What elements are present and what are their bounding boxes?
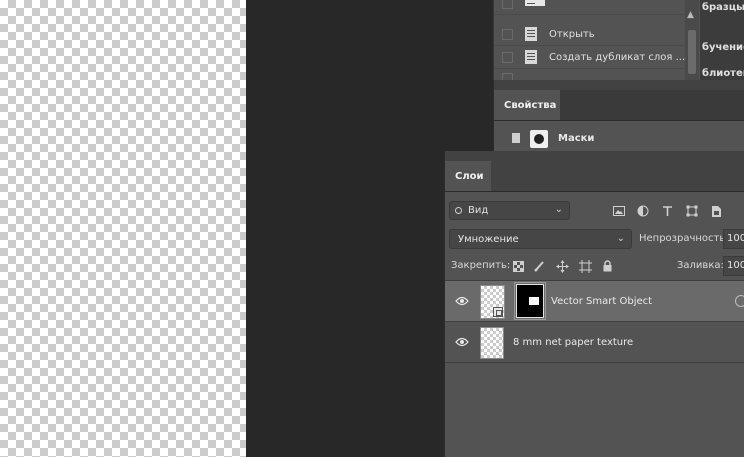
history-item-duplicate-layer[interactable]: Создать дубликат слоя ... bbox=[494, 46, 686, 69]
lock-transparent-pixels-icon[interactable] bbox=[511, 259, 525, 273]
scrollbar-thumb[interactable] bbox=[688, 30, 696, 74]
masks-label: Маски bbox=[558, 133, 595, 144]
layer-filter-row: Вид ⌄ bbox=[445, 199, 744, 223]
history-item[interactable] bbox=[494, 0, 686, 15]
panel-tab-learn[interactable]: бучение bbox=[702, 42, 744, 53]
lock-image-pixels-icon[interactable] bbox=[533, 259, 547, 273]
mask-icon[interactable] bbox=[530, 129, 548, 148]
layer-row-paper-texture[interactable]: 8 mm net paper texture bbox=[445, 322, 744, 363]
type-filter-icon[interactable] bbox=[660, 204, 674, 218]
opacity-label: Непрозрачность: bbox=[639, 233, 729, 244]
panel-tab-swatches[interactable]: бразцы bbox=[702, 2, 744, 13]
history-item-partial[interactable] bbox=[494, 69, 686, 84]
fill-field[interactable]: 100% bbox=[723, 256, 744, 276]
history-item-label: Открыть bbox=[549, 28, 595, 40]
history-checkbox[interactable] bbox=[502, 51, 513, 63]
layer-row-vector-smart-object[interactable]: Vector Smart Object bbox=[445, 281, 744, 322]
layers-tabbar: Слои bbox=[445, 151, 744, 192]
scroll-up-arrow-icon[interactable]: ▲ bbox=[687, 10, 694, 20]
history-item-label: Создать дубликат слоя ... bbox=[549, 51, 686, 63]
chevron-down-icon: ⌄ bbox=[554, 204, 563, 215]
search-icon bbox=[455, 207, 462, 214]
layer-name[interactable]: 8 mm net paper texture bbox=[513, 337, 633, 348]
opacity-field[interactable]: 100% bbox=[723, 229, 744, 249]
eye-icon[interactable] bbox=[455, 296, 469, 306]
tab-properties[interactable]: Свойства bbox=[494, 90, 560, 120]
document-icon bbox=[525, 0, 545, 6]
lock-all-icon[interactable] bbox=[600, 259, 614, 273]
layer-name[interactable]: Vector Smart Object bbox=[551, 296, 652, 307]
blend-mode-value: Умножение bbox=[458, 233, 519, 245]
shape-filter-icon[interactable] bbox=[685, 204, 699, 218]
filter-kind-select[interactable]: Вид ⌄ bbox=[449, 201, 570, 220]
smart-object-filter-icon[interactable] bbox=[709, 204, 723, 218]
collapsed-panels: бразцы бучение блиотек bbox=[700, 0, 744, 80]
layer-style-icon[interactable] bbox=[735, 295, 744, 307]
chevron-down-icon: ⌄ bbox=[616, 233, 625, 244]
fill-label: Заливка: bbox=[677, 260, 724, 271]
transparent-canvas[interactable] bbox=[0, 0, 246, 457]
properties-tabbar: Свойства bbox=[494, 90, 744, 121]
blend-row: Умножение ⌄ Непрозрачность: 100% bbox=[445, 228, 744, 250]
history-item-open[interactable]: Открыть bbox=[494, 23, 686, 46]
lock-row: Закрепить: Заливка: 100% bbox=[445, 255, 744, 277]
layer-mask-thumbnail[interactable] bbox=[514, 282, 546, 320]
adjustment-filter-icon[interactable] bbox=[636, 204, 650, 218]
lock-label: Закрепить: bbox=[451, 260, 511, 271]
panel-tab-libraries[interactable]: блиотек bbox=[702, 68, 744, 79]
tab-layers[interactable]: Слои bbox=[445, 161, 491, 191]
history-checkbox[interactable] bbox=[502, 28, 513, 40]
filter-kind-value: Вид bbox=[468, 205, 489, 216]
layers-panel: Слои Вид ⌄ Умножение ⌄ Непрозрачность: 1… bbox=[444, 151, 744, 457]
history-scrollbar[interactable]: ▲ bbox=[685, 0, 699, 80]
smart-object-badge-icon bbox=[493, 307, 503, 317]
lock-position-icon[interactable] bbox=[555, 259, 569, 273]
blend-mode-select[interactable]: Умножение ⌄ bbox=[449, 229, 632, 249]
lock-artboard-icon[interactable] bbox=[578, 259, 592, 273]
eye-icon[interactable] bbox=[455, 337, 469, 347]
pixel-mask-icon[interactable] bbox=[512, 132, 522, 145]
layer-thumbnail[interactable] bbox=[480, 327, 504, 359]
history-checkbox[interactable] bbox=[502, 0, 513, 9]
layer-thumbnail[interactable] bbox=[480, 285, 505, 319]
document-icon bbox=[525, 50, 537, 64]
properties-panel: Свойства Маски bbox=[493, 80, 744, 156]
image-filter-icon[interactable] bbox=[612, 204, 626, 218]
document-icon bbox=[525, 27, 537, 41]
